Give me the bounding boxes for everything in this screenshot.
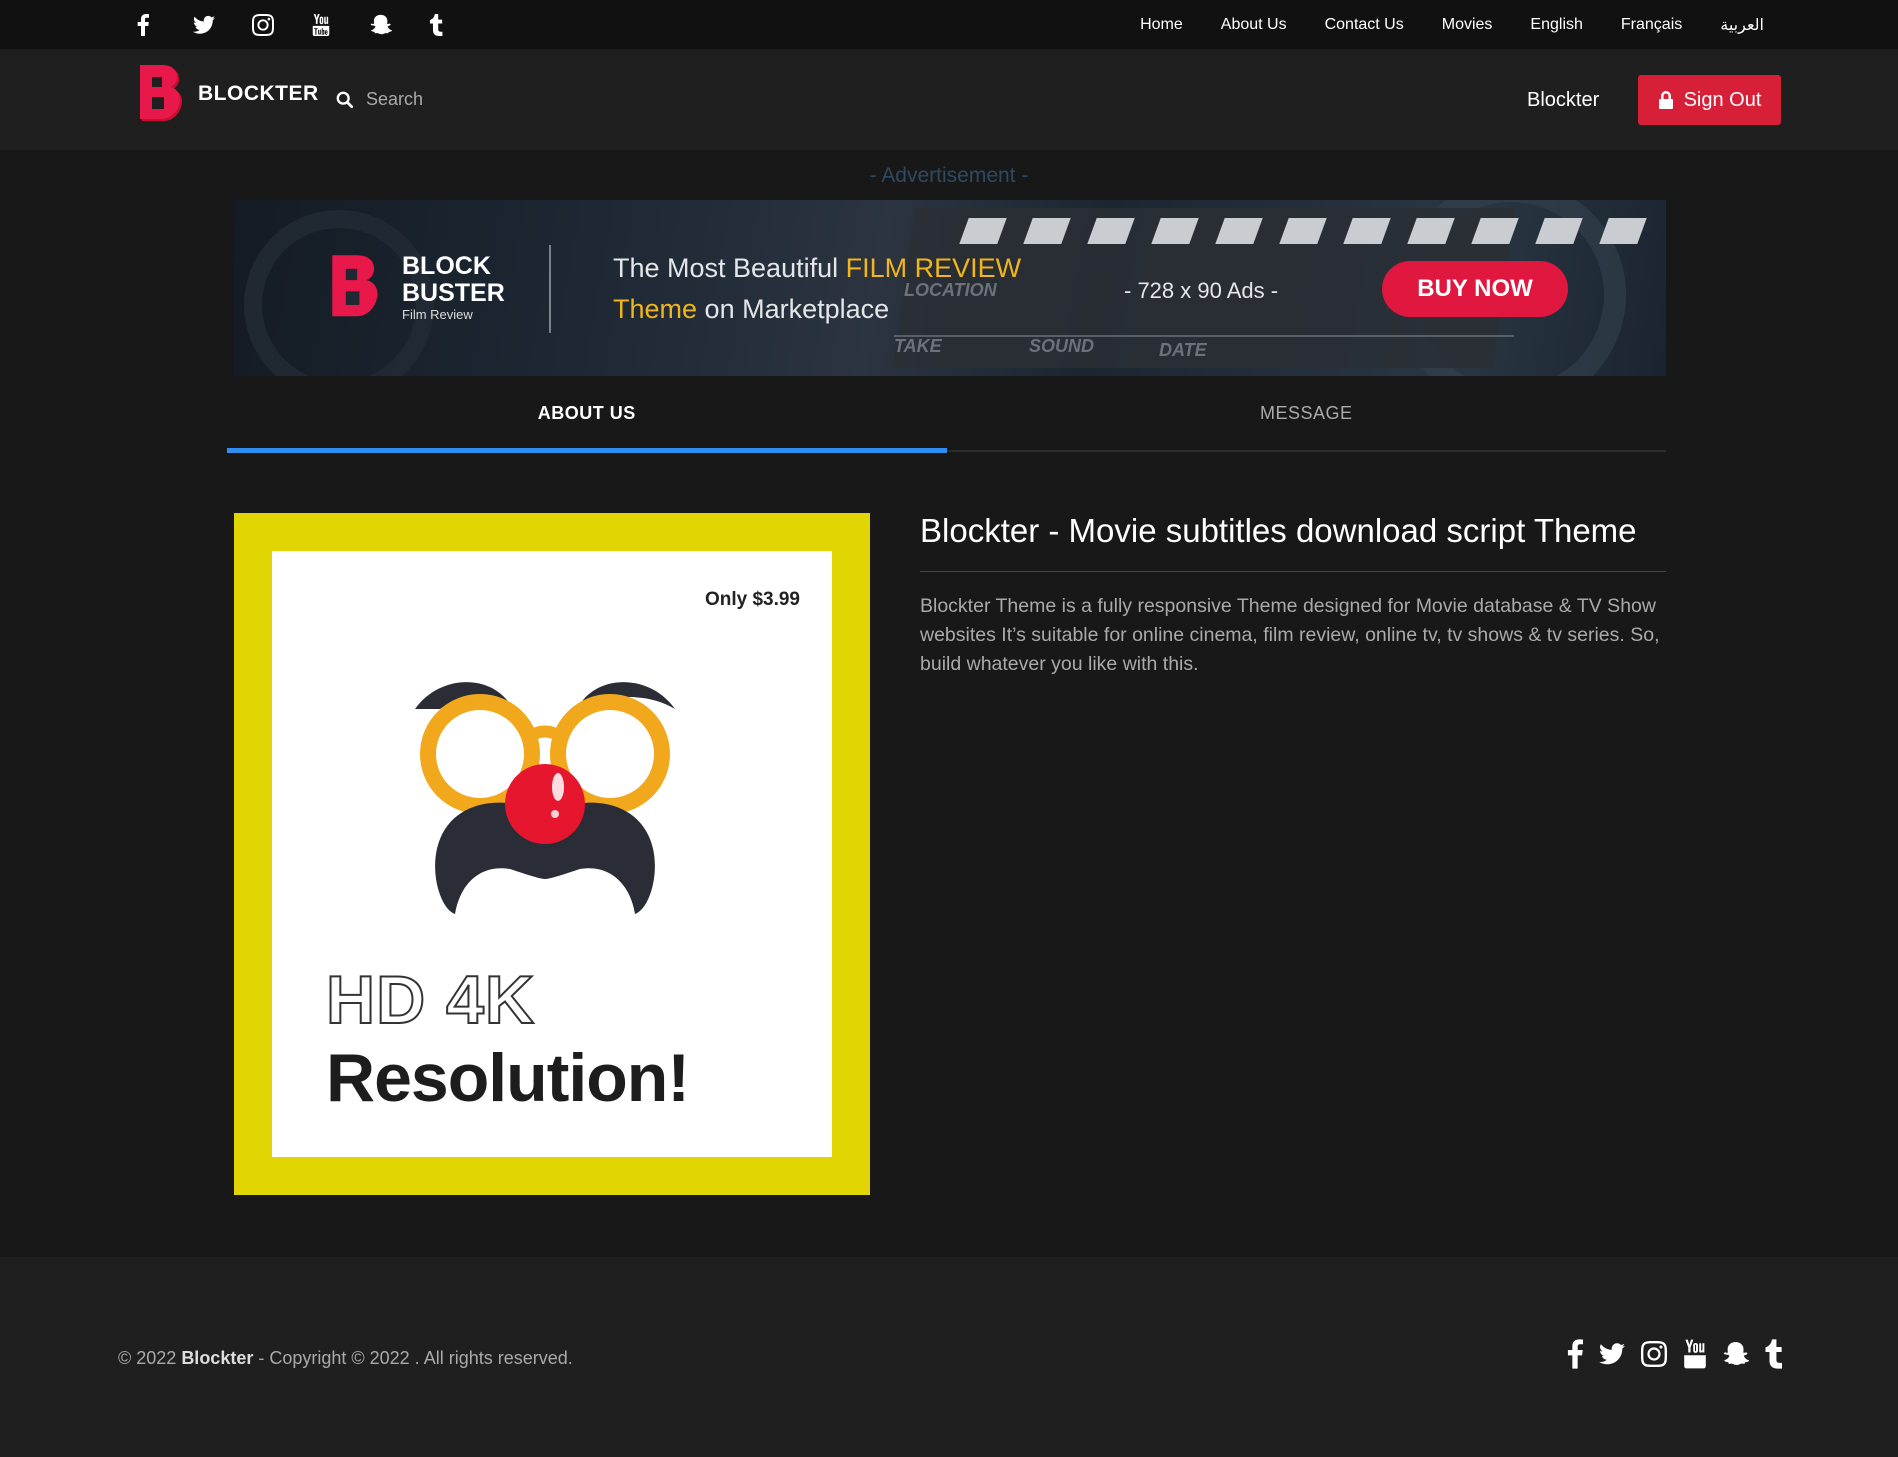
about-title: Blockter - Movie subtitles download scri… — [920, 512, 1637, 549]
ad-divider — [549, 245, 551, 333]
promo-hd-text: HD 4K — [325, 961, 536, 1039]
search-box — [336, 89, 666, 110]
advertisement-label: - Advertisement - — [869, 164, 1029, 187]
promo-image: Only $3.99 HD 4K Resolution! — [234, 513, 870, 1195]
copyright-text: © 2022 Blockter - Copyright © 2022 . All… — [118, 1348, 573, 1368]
advertisement-banner[interactable]: LOCATION TAKE SOUND DATE BLOCK BUSTER Fi… — [234, 200, 1666, 376]
top-social-links — [134, 10, 488, 40]
search-icon[interactable] — [336, 91, 354, 109]
youtube-icon[interactable] — [311, 10, 370, 40]
sign-out-button[interactable]: Sign Out — [1638, 75, 1781, 125]
snapchat-icon[interactable] — [1723, 1339, 1749, 1374]
tab-about-us[interactable]: ABOUT US — [227, 376, 947, 453]
ad-brand-sub: Film Review — [402, 307, 473, 322]
search-input[interactable] — [366, 89, 666, 110]
instagram-icon[interactable] — [1641, 1339, 1667, 1374]
nav-contact-us[interactable]: Contact Us — [1325, 16, 1404, 34]
about-divider — [920, 571, 1666, 572]
lang-english[interactable]: English — [1530, 16, 1582, 34]
top-bar: Home About Us Contact Us Movies English … — [0, 0, 1898, 50]
top-nav: Home About Us Contact Us Movies English … — [1140, 0, 1764, 50]
instagram-icon[interactable] — [252, 10, 311, 40]
snapchat-icon[interactable] — [370, 10, 429, 40]
facebook-icon[interactable] — [1567, 1339, 1583, 1374]
site-footer: © 2022 Blockter - Copyright © 2022 . All… — [0, 1257, 1898, 1457]
lock-icon — [1658, 91, 1673, 109]
blockbuster-logo-icon — [332, 255, 378, 317]
ad-brand-logo: BLOCK BUSTER Film Review — [330, 250, 505, 326]
footer-social-links — [1567, 1339, 1782, 1374]
ad-brand-line1: BLOCK — [402, 252, 491, 280]
tab-bar: ABOUT US MESSAGE — [227, 376, 1667, 453]
promo-resolution-text: Resolution! — [326, 1040, 690, 1116]
main-header: BLOCKTER Blockter Sign Out — [0, 50, 1898, 150]
promo-price: Only $3.99 — [704, 589, 800, 610]
ad-headline: The Most Beautiful FILM REVIEW Theme on … — [613, 253, 1022, 324]
nav-about-us[interactable]: About Us — [1221, 16, 1287, 34]
promo-card: Only $3.99 HD 4K Resolution! — [272, 551, 832, 1157]
tab-message[interactable]: MESSAGE — [947, 376, 1667, 450]
facebook-icon[interactable] — [134, 10, 193, 40]
nav-movies[interactable]: Movies — [1442, 16, 1493, 34]
footer-brand: Blockter — [181, 1348, 254, 1368]
site-logo[interactable]: BLOCKTER — [138, 63, 319, 125]
nav-home[interactable]: Home — [1140, 16, 1183, 34]
clapper-word: DATE — [1159, 340, 1207, 360]
tumblr-icon[interactable] — [1765, 1339, 1782, 1374]
twitter-icon[interactable] — [193, 10, 252, 40]
lang-arabic[interactable]: العربية — [1720, 15, 1764, 35]
about-description: Blockter Theme is a fully responsive The… — [920, 595, 1660, 675]
logo-mark-icon — [140, 65, 182, 121]
buy-now-button[interactable]: BUY NOW — [1382, 261, 1568, 317]
sign-out-label: Sign Out — [1683, 88, 1762, 111]
clapper-stripes — [959, 218, 1647, 244]
tumblr-icon[interactable] — [429, 10, 488, 40]
disguise-glasses-icon — [415, 682, 675, 914]
ad-size-text: - 728 x 90 Ads - — [1124, 278, 1279, 303]
ad-brand-line2: BUSTER — [402, 279, 505, 307]
clapper-word: TAKE — [894, 336, 942, 356]
clapper-word: SOUND — [1029, 336, 1095, 356]
logo-text: BLOCKTER — [198, 82, 319, 105]
lang-french[interactable]: Français — [1621, 16, 1682, 34]
youtube-icon[interactable] — [1683, 1339, 1707, 1374]
twitter-icon[interactable] — [1599, 1339, 1625, 1374]
user-name-link[interactable]: Blockter — [1527, 89, 1599, 112]
